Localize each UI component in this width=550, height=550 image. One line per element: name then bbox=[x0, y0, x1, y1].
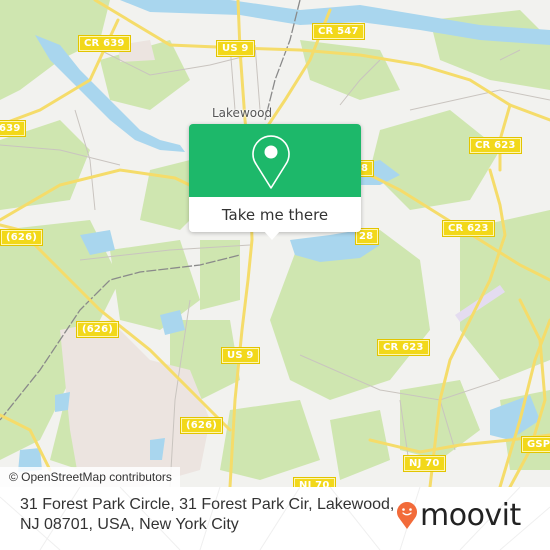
address-text: 31 Forest Park Circle, 31 Forest Park Ci… bbox=[20, 495, 400, 535]
road-shield-cr626-left: (626) bbox=[0, 229, 44, 246]
road-shield-us9: US 9 bbox=[216, 40, 255, 57]
road-shield-gsp: GSP bbox=[520, 436, 550, 453]
footer: 31 Forest Park Circle, 31 Forest Park Ci… bbox=[0, 487, 550, 550]
moovit-logo: moovit bbox=[396, 497, 521, 533]
road-shield-us9-mid: US 9 bbox=[221, 347, 260, 364]
road-shield-cr639: CR 639 bbox=[78, 35, 131, 52]
road-shield-cr623-mid: CR 623 bbox=[442, 220, 495, 237]
location-popup[interactable]: Take me there bbox=[189, 124, 361, 240]
map-tiles bbox=[0, 0, 550, 487]
map[interactable]: Lakewood CR 639 US 9 CR 547 639 CR 623 C… bbox=[0, 0, 550, 487]
road-shield-cr626-low: (626) bbox=[179, 417, 224, 434]
road-shield-cr639-left: 639 bbox=[0, 120, 27, 137]
map-pin-icon bbox=[252, 135, 290, 189]
road-shield-nj70-right: NJ 70 bbox=[403, 455, 446, 472]
take-me-there-label: Take me there bbox=[221, 205, 329, 224]
road-shield-cr547: CR 547 bbox=[312, 23, 365, 40]
popup-pointer bbox=[263, 230, 281, 240]
map-attribution[interactable]: © OpenStreetMap contributors bbox=[0, 467, 180, 487]
moovit-pin-icon bbox=[397, 502, 417, 529]
road-shield-cr626-mid: (626) bbox=[75, 321, 120, 338]
address-line-2: NJ 08701, USA, New York City bbox=[20, 516, 239, 533]
take-me-there-button[interactable]: Take me there bbox=[189, 197, 361, 232]
road-shield-cr623-low: CR 623 bbox=[377, 339, 430, 356]
popup-header bbox=[189, 124, 361, 197]
road-shield-cr528-b: 28 bbox=[354, 228, 380, 245]
road-shield-nj70-left: NJ 70 bbox=[293, 477, 336, 487]
address-line-1: 31 Forest Park Circle, 31 Forest Park Ci… bbox=[20, 496, 395, 513]
road-shield-cr623: CR 623 bbox=[469, 137, 522, 154]
place-label-lakewood: Lakewood bbox=[212, 106, 273, 120]
moovit-wordmark: moovit bbox=[420, 497, 521, 533]
